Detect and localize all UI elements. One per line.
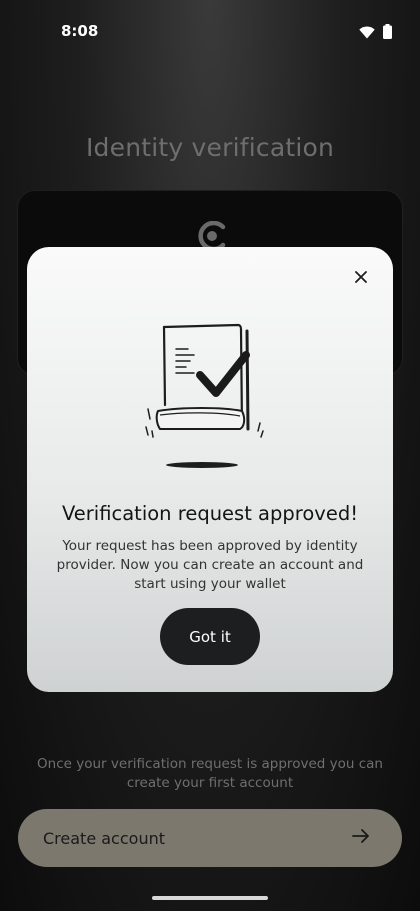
dialog-message: Your request has been approved by identi… <box>56 538 364 592</box>
got-it-label: Got it <box>189 627 231 646</box>
close-icon <box>355 268 367 287</box>
got-it-button[interactable]: Got it <box>160 608 260 665</box>
battery-icon <box>383 24 392 43</box>
page-title: Identity verification <box>85 133 335 162</box>
create-account-button[interactable]: Create account <box>18 809 402 867</box>
home-indicator[interactable] <box>152 896 268 900</box>
approval-dialog: Verification request approved! Your requ… <box>27 247 393 692</box>
arrow-right-icon <box>352 828 370 848</box>
approved-document-illustration <box>142 319 282 475</box>
create-account-label: Create account <box>43 828 165 848</box>
close-button[interactable] <box>351 267 371 287</box>
wifi-icon <box>359 24 375 43</box>
status-bar: 8:08 <box>0 0 420 64</box>
status-icons <box>359 24 392 43</box>
bottom-hint: Once your verification request is approv… <box>37 756 383 791</box>
status-time: 8:08 <box>61 22 99 40</box>
dialog-title: Verification request approved! <box>61 502 359 525</box>
